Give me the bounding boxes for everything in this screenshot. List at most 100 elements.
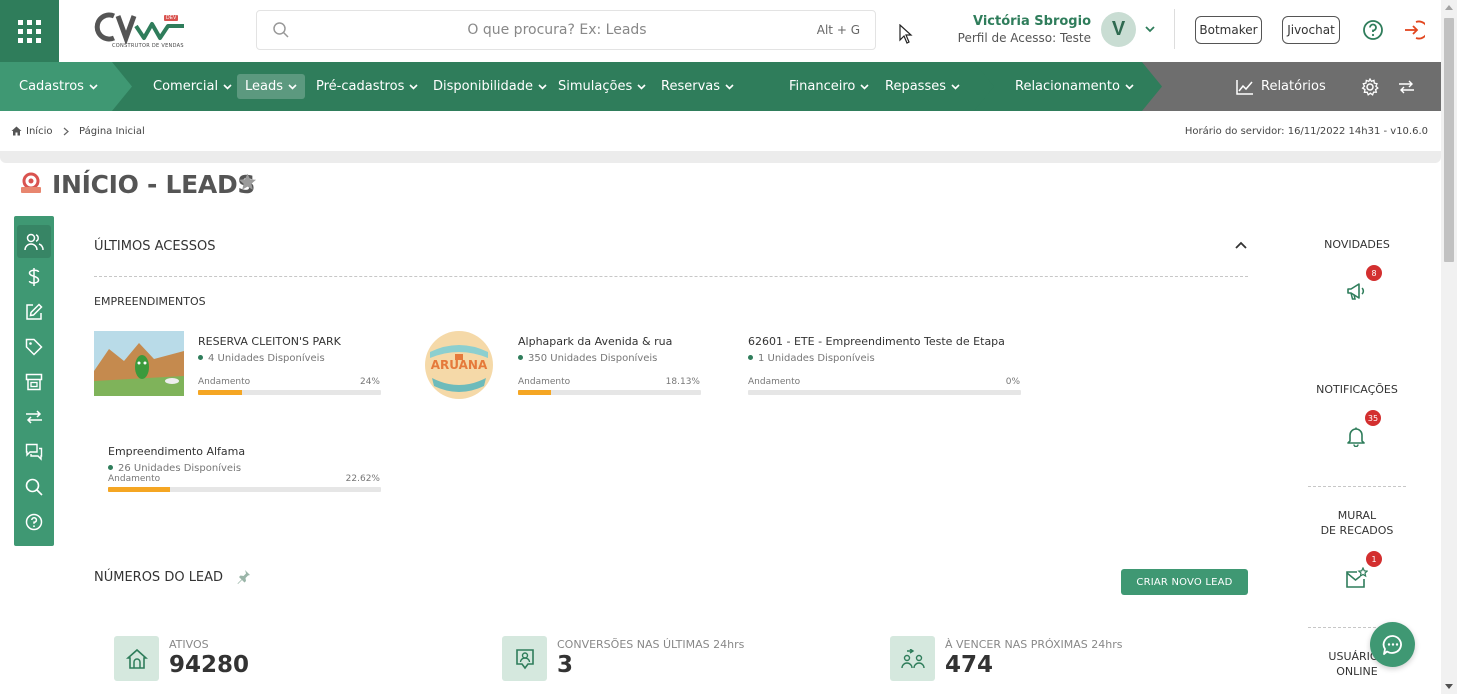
- search-input[interactable]: [297, 11, 817, 49]
- nav-comercial[interactable]: Comercial: [153, 62, 232, 111]
- nav-relacionamento[interactable]: Relacionamento: [1015, 62, 1134, 111]
- leads-magnet-icon: [21, 172, 41, 193]
- megaphone-icon[interactable]: [1346, 281, 1366, 301]
- enterprise-card[interactable]: 62601 - ETE - Empreendimento Teste de Et…: [748, 331, 1028, 399]
- enterprise-logo-text: ARUANA: [430, 358, 488, 372]
- nav-disponibilidade[interactable]: Disponibilidade: [433, 62, 547, 111]
- server-time: Horário do servidor: 16/11/2022 14h31 - …: [1184, 126, 1428, 137]
- tool-help[interactable]: [17, 505, 51, 538]
- nav-repasses-label: Repasses: [885, 79, 946, 94]
- page-scrollbar[interactable]: [1441, 0, 1457, 694]
- logout-icon[interactable]: [1403, 19, 1425, 41]
- create-lead-button[interactable]: CRIAR NOVO LEAD: [1121, 569, 1248, 595]
- chat-button[interactable]: [1370, 622, 1415, 667]
- mural-title: MURAL DE RECADOS: [1307, 508, 1407, 538]
- top-bar: DEV CONSTRUTOR DE VENDAS Alt + G Victóri…: [0, 0, 1441, 62]
- enterprise-units: 4 Unidades Disponíveis: [198, 353, 325, 364]
- bell-icon[interactable]: [1347, 427, 1365, 447]
- kpi-conversoes-icon-box: [502, 636, 547, 681]
- line-chart-icon: [1236, 79, 1253, 95]
- chevron-up-icon[interactable]: [1234, 240, 1248, 250]
- nav-pre-cadastros-label: Pré-cadastros: [316, 79, 405, 94]
- nav-cadastros[interactable]: Cadastros: [19, 62, 98, 111]
- chevron-down-icon: [223, 83, 232, 90]
- progress-bar: [198, 390, 381, 395]
- swap-icon[interactable]: [1398, 80, 1415, 94]
- gear-icon[interactable]: [1361, 78, 1379, 96]
- tool-leads[interactable]: [17, 225, 51, 258]
- scroll-thumb[interactable]: [1444, 18, 1454, 262]
- search-icon: [25, 478, 43, 496]
- search-shortcut-hint: Alt + G: [816, 23, 860, 37]
- users-icon: [24, 233, 44, 250]
- users-swap-icon: [900, 648, 925, 668]
- recent-subtitle: EMPREENDIMENTOS: [94, 295, 206, 308]
- search-icon: [273, 22, 289, 38]
- progress-fill: [518, 390, 552, 395]
- nav-financeiro[interactable]: Financeiro: [789, 62, 869, 111]
- edit-icon: [26, 302, 43, 320]
- nav-leads[interactable]: Leads: [237, 74, 306, 99]
- side-toolbar: [14, 216, 54, 546]
- swap-icon: [26, 409, 42, 424]
- lead-numbers-title: NÚMEROS DO LEAD: [94, 570, 224, 585]
- nav-disponibilidade-label: Disponibilidade: [433, 79, 534, 94]
- botmaker-button[interactable]: Botmaker: [1195, 16, 1262, 44]
- jivochat-button[interactable]: Jivochat: [1282, 16, 1340, 44]
- nav-repasses[interactable]: Repasses: [885, 62, 960, 111]
- progress-label: Andamento: [108, 474, 161, 484]
- apps-menu-button[interactable]: [0, 0, 59, 62]
- nav-simulacoes[interactable]: Simulações: [558, 62, 646, 111]
- main-nav: Cadastros Comercial Leads Pré-cadastros …: [0, 62, 1441, 111]
- notificacoes-badge: 35: [1365, 410, 1381, 426]
- kpi-vencer-label: À VENCER NAS PRÓXIMAS 24hrs: [945, 638, 1123, 651]
- kpi-vencer-icon-box: [890, 636, 935, 681]
- enterprise-card[interactable]: Empreendimento Alfama 26 Unidades Dispon…: [108, 441, 388, 499]
- scroll-down-icon[interactable]: [1445, 684, 1453, 690]
- chevron-down-icon: [409, 83, 418, 90]
- tool-transfer[interactable]: [17, 400, 51, 433]
- mural-title-line1: MURAL: [1337, 509, 1377, 522]
- mail-star-icon[interactable]: [1345, 567, 1368, 589]
- chat-bubble-icon: [1382, 634, 1402, 655]
- progress-value: 24%: [359, 377, 380, 387]
- logo[interactable]: DEV CONSTRUTOR DE VENDAS: [92, 10, 187, 52]
- breadcrumb-current: Página Inicial: [79, 126, 145, 137]
- tool-store[interactable]: [17, 365, 51, 398]
- enterprise-units: 1 Unidades Disponíveis: [748, 353, 875, 364]
- kpi-conversoes-label: CONVERSÕES NAS ÚLTIMAS 24hrs: [557, 638, 745, 651]
- page-title: INÍCIO - LEADS: [52, 170, 256, 199]
- nav-relatorios[interactable]: Relatórios: [1236, 62, 1326, 111]
- nav-relacionamento-label: Relacionamento: [1015, 79, 1120, 94]
- progress-bar: [518, 390, 701, 395]
- nav-reservas[interactable]: Reservas: [661, 62, 734, 111]
- user-badge-icon: [515, 648, 534, 669]
- progress-label: Andamento: [518, 377, 571, 387]
- mouse-cursor-icon: [899, 24, 913, 44]
- tool-messages[interactable]: [17, 435, 51, 468]
- help-icon[interactable]: [1362, 19, 1384, 41]
- header-divider: [1174, 9, 1175, 49]
- pin-icon[interactable]: [236, 569, 251, 584]
- nav-relatorios-label: Relatórios: [1261, 79, 1326, 94]
- novidades-title: NOVIDADES: [1324, 238, 1390, 251]
- tool-search[interactable]: [17, 470, 51, 503]
- enterprise-name: RESERVA CLEITON'S PARK: [198, 335, 341, 348]
- scroll-up-icon[interactable]: [1445, 4, 1453, 10]
- breadcrumb-home[interactable]: Início: [26, 126, 52, 137]
- tool-tags[interactable]: [17, 330, 51, 363]
- user-info[interactable]: Victória Sbrogio Perfil de Acesso: Teste: [950, 14, 1091, 45]
- tool-edit[interactable]: [17, 295, 51, 328]
- enterprise-units: 26 Unidades Disponíveis: [108, 463, 241, 474]
- chevron-down-icon[interactable]: [1145, 25, 1155, 33]
- enterprise-card[interactable]: RESERVA CLEITON'S PARK 4 Unidades Dispon…: [94, 331, 384, 399]
- enterprise-card[interactable]: ARUANA Alphapark da Avenida & rua 350 Un…: [424, 331, 704, 399]
- progress-value: 18.13%: [665, 377, 700, 387]
- chevron-right-icon: [63, 127, 69, 136]
- enterprise-name: Alphapark da Avenida & rua: [518, 335, 673, 348]
- home-icon: [11, 126, 22, 136]
- avatar[interactable]: V: [1101, 12, 1136, 47]
- nav-pre-cadastros[interactable]: Pré-cadastros: [316, 62, 418, 111]
- star-icon[interactable]: [238, 173, 257, 191]
- tool-financeiro[interactable]: [17, 260, 51, 293]
